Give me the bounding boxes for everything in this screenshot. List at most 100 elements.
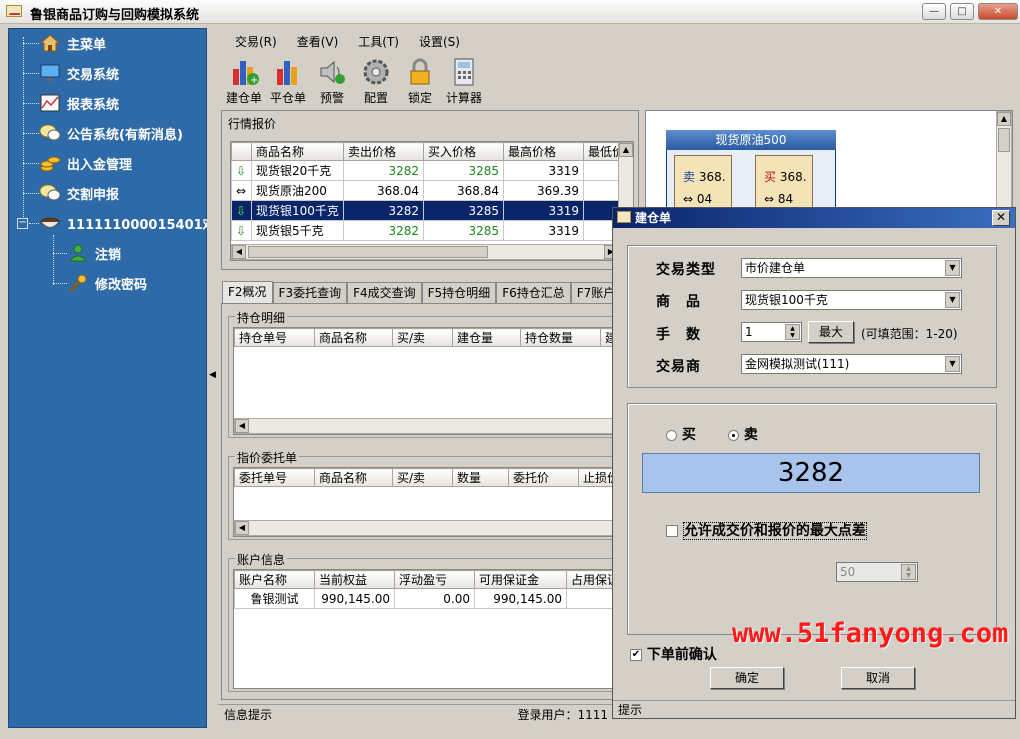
minimize-button[interactable]: — bbox=[922, 3, 946, 20]
close-position-button[interactable]: 平仓单 bbox=[266, 54, 310, 106]
tab-position-summary[interactable]: F6持仓汇总 bbox=[496, 282, 571, 303]
sell-card-sub: 04 bbox=[696, 192, 713, 206]
trend-down-icon: ⇩ bbox=[231, 200, 252, 221]
tab-trade-query[interactable]: F4成交查询 bbox=[347, 282, 422, 303]
sidebar-item-label: 交割申报 bbox=[67, 187, 120, 203]
max-button[interactable]: 最大 bbox=[808, 321, 854, 343]
buy-card[interactable]: 买 368. ⇔ 84 bbox=[755, 155, 813, 211]
chat-bubble-icon bbox=[39, 123, 61, 143]
account-margin: 990,145.00 bbox=[474, 588, 567, 609]
table-row-selected[interactable]: ⇩ 现货银100千克 3282 3285 3319 bbox=[231, 200, 633, 221]
buy-label: 买 bbox=[764, 170, 777, 184]
lock-button[interactable]: 锁定 bbox=[398, 54, 442, 106]
menu-trade[interactable]: 交易(R) bbox=[225, 32, 287, 52]
column-header[interactable]: 数量 bbox=[452, 468, 509, 487]
sell-label: 卖 bbox=[683, 170, 696, 184]
sidebar-item-reports[interactable]: 报表系统 bbox=[39, 91, 119, 115]
sidebar-item-funds[interactable]: 出入金管理 bbox=[39, 151, 132, 175]
quantity-stepper[interactable]: 1 ▲ ▼ bbox=[741, 322, 802, 342]
table-row[interactable]: ⇩ 现货银20千克 3282 3285 3319 bbox=[231, 160, 633, 181]
menu-settings[interactable]: 设置(S) bbox=[409, 32, 470, 52]
confirm-before-order-checkbox[interactable]: ✔ 下单前确认 bbox=[630, 644, 717, 664]
sidebar-item-delivery[interactable]: 交割申报 bbox=[39, 181, 119, 205]
sidebar-item-change-password[interactable]: 修改密码 bbox=[67, 271, 147, 295]
quote-table-container: 商品名称 卖出价格 买入价格 最高价格 最低价 ⇩ 现货银20千克 3282 3… bbox=[230, 141, 634, 261]
column-header[interactable]: 商品名称 bbox=[251, 142, 344, 161]
product-name: 现货银5千克 bbox=[251, 220, 344, 241]
column-header[interactable]: 最高价格 bbox=[503, 142, 584, 161]
ok-button[interactable]: 确定 bbox=[710, 667, 784, 689]
sell-card[interactable]: 卖 368. ⇔ 04 bbox=[674, 155, 732, 211]
column-header[interactable]: 商品名称 bbox=[314, 468, 393, 487]
column-header[interactable]: 卖出价格 bbox=[343, 142, 424, 161]
coffee-cup-icon bbox=[39, 213, 61, 233]
trade-type-select[interactable]: 市价建仓单 ▼ bbox=[741, 258, 962, 278]
calculator-button[interactable]: 计算器 bbox=[442, 54, 486, 106]
column-header[interactable]: 可用保证金 bbox=[474, 570, 567, 589]
bar-chart-icon bbox=[273, 57, 303, 87]
horizontal-scrollbar[interactable]: ◀ bbox=[234, 520, 614, 536]
vertical-scrollbar[interactable]: ▲ bbox=[996, 111, 1012, 209]
sidebar-item-logout[interactable]: 注销 bbox=[67, 241, 121, 265]
chat-bubble-icon bbox=[39, 183, 61, 203]
status-info: 信息提示 bbox=[224, 708, 273, 722]
sidebar-item-label: 注销 bbox=[95, 247, 122, 263]
column-header[interactable]: 持仓单号 bbox=[234, 328, 315, 347]
menu-tools[interactable]: 工具(T) bbox=[348, 32, 409, 52]
column-header[interactable]: 买入价格 bbox=[423, 142, 504, 161]
open-position-button[interactable]: + 建仓单 bbox=[222, 54, 266, 106]
column-header[interactable]: 委托单号 bbox=[234, 468, 315, 487]
sidebar-item-label: 报表系统 bbox=[67, 97, 120, 113]
column-header[interactable]: 建仓量 bbox=[452, 328, 521, 347]
sidebar-tree: − 主菜单 交易系统 报表系统 公告系统(有新消息) 出入金管理 交割申报 11… bbox=[8, 28, 229, 728]
horizontal-scrollbar[interactable]: ◀ ▶ bbox=[231, 244, 619, 260]
sidebar-item-notices[interactable]: 公告系统(有新消息) bbox=[39, 121, 183, 145]
coins-icon bbox=[39, 153, 61, 173]
sell-radio[interactable]: 卖 bbox=[728, 424, 758, 444]
orders-group: 指价委托单 委托单号 商品名称 买/卖 数量 委托价 止损价 ◀ bbox=[228, 449, 615, 540]
column-header[interactable]: 委托价 bbox=[508, 468, 579, 487]
maximize-button[interactable]: □ bbox=[950, 3, 974, 20]
tab-overview[interactable]: F2概况 bbox=[222, 281, 273, 303]
column-header[interactable]: 止损价 bbox=[578, 468, 614, 487]
quote-panel: 行情报价 商品名称 卖出价格 买入价格 最高价格 最低价 ⇩ 现货银20千克 3… bbox=[221, 110, 639, 270]
sidebar-item-main-menu[interactable]: 主菜单 bbox=[39, 31, 106, 55]
tab-order-query[interactable]: F3委托查询 bbox=[272, 282, 348, 303]
collapse-arrow-icon[interactable]: ◀ bbox=[209, 370, 216, 380]
column-header[interactable]: 占用保证 bbox=[566, 570, 614, 589]
column-header[interactable]: 持仓数量 bbox=[520, 328, 601, 347]
column-header[interactable]: 买/卖 bbox=[392, 468, 453, 487]
table-row[interactable]: ⇩ 现货银5千克 3282 3285 3319 bbox=[231, 220, 633, 241]
tab-position-detail[interactable]: F5持仓明细 bbox=[421, 282, 497, 303]
close-button[interactable]: ✕ bbox=[978, 3, 1018, 20]
sidebar-item-trading[interactable]: 交易系统 bbox=[39, 61, 119, 85]
cancel-button[interactable]: 取消 bbox=[841, 667, 915, 689]
column-header[interactable]: 当前权益 bbox=[314, 570, 395, 589]
sidebar-item-user[interactable]: 111111000015401欢迎 bbox=[39, 211, 229, 235]
column-header[interactable]: 浮动盈亏 bbox=[394, 570, 475, 589]
calculator-icon bbox=[449, 57, 479, 87]
account-equity: 990,145.00 bbox=[314, 588, 395, 609]
allow-spread-checkbox[interactable]: 允许成交价和报价的最大点差 bbox=[666, 520, 867, 540]
monitor-icon bbox=[39, 63, 61, 83]
watermark-text: www.51fanyong.com bbox=[732, 618, 1009, 649]
column-header[interactable]: 商品名称 bbox=[314, 328, 393, 347]
column-header[interactable]: 买/卖 bbox=[392, 328, 453, 347]
sidebar-item-label: 主菜单 bbox=[67, 37, 107, 53]
account-used-margin bbox=[566, 588, 614, 609]
dialog-close-button[interactable]: ✕ bbox=[992, 210, 1010, 226]
buy-radio[interactable]: 买 bbox=[666, 424, 696, 444]
menu-view[interactable]: 查看(V) bbox=[287, 32, 349, 52]
alert-button[interactable]: 预警 bbox=[310, 54, 354, 106]
config-button[interactable]: 配置 bbox=[354, 54, 398, 106]
product-name: 现货原油200 bbox=[251, 180, 344, 201]
table-row[interactable]: ⇔ 现货原油200 368.04 368.84 369.39 bbox=[231, 180, 633, 201]
table-row[interactable]: 鲁银测试 990,145.00 0.00 990,145.00 bbox=[234, 588, 614, 609]
horizontal-scrollbar[interactable]: ◀ bbox=[234, 418, 614, 434]
chevron-down-icon: ▼ bbox=[945, 260, 960, 276]
broker-select[interactable]: 金网模拟测试(111) ▼ bbox=[741, 354, 962, 374]
column-header[interactable]: 账户名称 bbox=[234, 570, 315, 589]
product-select[interactable]: 现货银100千克 ▼ bbox=[741, 290, 962, 310]
tree-collapse-toggle[interactable]: − bbox=[17, 218, 28, 229]
spread-stepper[interactable]: 50 ▲ ▼ bbox=[836, 562, 918, 582]
